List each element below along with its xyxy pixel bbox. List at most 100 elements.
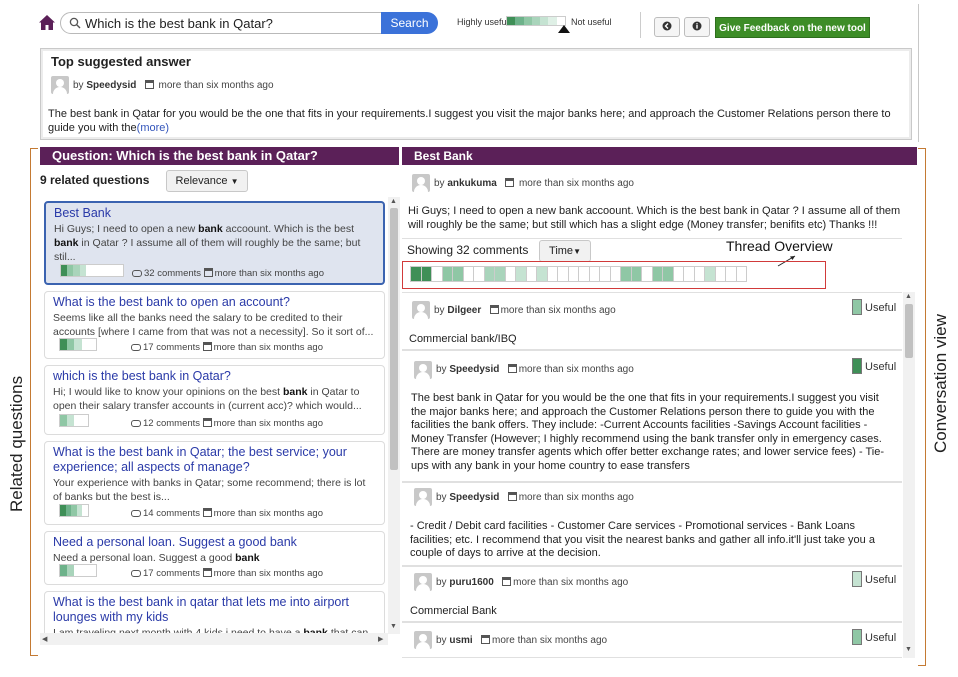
scale-pointer-icon [558, 25, 570, 33]
comments-icon [132, 270, 142, 277]
usefulness-segment [74, 565, 82, 576]
related-question-title[interactable]: What is the best bank in Qatar; the best… [53, 445, 376, 475]
scale-segment [507, 17, 516, 25]
home-icon[interactable] [38, 14, 56, 32]
related-questions-label: Related questions [7, 375, 26, 512]
thread-overview[interactable] [410, 266, 747, 282]
related-question-snippet: Seems like all the banks need the salary… [53, 312, 374, 338]
top-answer-text: The best bank in Qatar for you would be … [48, 107, 898, 135]
search-icon [69, 17, 81, 29]
usefulness-bar [59, 338, 97, 351]
related-question-title[interactable]: Need a personal loan. Suggest a good ban… [53, 535, 376, 550]
by-label: by [434, 178, 445, 189]
calendar-icon [203, 268, 213, 277]
top-answer-body: The best bank in Qatar for you would be … [48, 108, 891, 134]
related-question-item[interactable]: What is the best bank to open an account… [44, 291, 385, 359]
conversation-view-label: Conversation view [931, 314, 950, 453]
calendar-icon [481, 635, 491, 644]
question-text: Hi Guys; I need to open a new bank accoo… [408, 205, 901, 231]
author-link[interactable]: usmi [449, 635, 472, 646]
useful-badge: Useful [852, 629, 896, 645]
scale-segment [548, 17, 557, 25]
comment: by Speedysid more than six months ago - … [402, 482, 902, 566]
time-sort-dropdown[interactable]: Time▼ [539, 240, 591, 262]
usefulness-bar [59, 564, 97, 577]
timestamp: more than six months ago [518, 492, 634, 503]
snippet-highlight: bank [282, 386, 308, 398]
usefulness-segment [88, 339, 97, 350]
question-meta: by ankukuma more than six months ago [434, 178, 634, 189]
timestamp: more than six months ago [213, 342, 323, 353]
conversation-scroll-thumb[interactable] [905, 304, 913, 358]
author-link[interactable]: Speedysid [449, 492, 499, 503]
comment-text: Commercial Bank [410, 605, 497, 617]
useful-badge: Useful [852, 299, 896, 315]
related-question-snippet: Your experience with banks in Qatar; som… [53, 477, 366, 503]
thread-overview-label: Thread Overview [726, 238, 833, 254]
related-question-title[interactable]: Best Bank [54, 206, 375, 221]
timestamp: more than six months ago [213, 508, 323, 519]
related-question-title[interactable]: What is the best bank in qatar that lets… [53, 595, 376, 625]
search-button[interactable]: Search [381, 12, 438, 34]
calendar-icon [202, 508, 212, 517]
scroll-down-icon[interactable]: ▼ [390, 623, 397, 630]
usefulness-segment [81, 415, 88, 426]
more-link[interactable]: (more) [137, 122, 169, 134]
author-link[interactable]: Speedysid [86, 80, 136, 91]
usefulness-segment [67, 565, 75, 576]
author-link[interactable]: ankukuma [447, 178, 496, 189]
related-question-title[interactable]: which is the best bank in Qatar? [53, 369, 376, 384]
related-list-hscrollbar[interactable] [40, 633, 388, 645]
comments-icon [131, 510, 141, 517]
related-question-item[interactable]: Best Bank Hi Guys; I need to open a new … [44, 201, 385, 285]
caret-down-icon: ▼ [230, 177, 239, 186]
related-question-item[interactable]: What is the best bank in Qatar; the best… [44, 441, 385, 525]
comments-icon [131, 570, 141, 577]
comment: by Dilgeer more than six months ago Usef… [402, 292, 902, 350]
avatar [414, 361, 432, 379]
related-question-item[interactable]: which is the best bank in Qatar? Hi; I w… [44, 365, 385, 435]
comment-meta: by usmi more than six months ago [436, 635, 608, 646]
relevance-dropdown[interactable]: Relevance ▼ [166, 170, 248, 192]
author-link[interactable]: puru1600 [449, 577, 493, 588]
top-answer-heading: Top suggested answer [51, 54, 191, 69]
scroll-right-icon[interactable]: ▶ [378, 635, 383, 643]
comment-text: - Credit / Debit card facilities - Custo… [410, 520, 875, 559]
conversation-view-bracket [918, 148, 926, 666]
scroll-up-icon[interactable]: ▲ [905, 293, 912, 300]
thread-cell[interactable] [735, 266, 747, 282]
scale-segment [556, 17, 565, 25]
useful-label: Useful [865, 302, 897, 314]
comment-count: 14 comments [143, 508, 201, 519]
related-question-meta: 12 comments more than six months ago [131, 418, 323, 429]
scale-segment [523, 17, 532, 25]
usefulness-segment [67, 339, 75, 350]
related-question-title[interactable]: What is the best bank to open an account… [53, 295, 376, 310]
related-question-meta: 14 comments more than six months ago [131, 508, 323, 519]
related-question-meta: 17 comments more than six months ago [131, 342, 323, 353]
usefulness-scale [506, 16, 566, 26]
calendar-icon [202, 418, 212, 427]
related-list-scroll-thumb[interactable] [390, 208, 398, 470]
related-question-item[interactable]: Need a personal loan. Suggest a good ban… [44, 531, 385, 585]
scroll-left-icon[interactable]: ◀ [42, 635, 47, 643]
usefulness-segment [74, 339, 82, 350]
useful-indicator [852, 358, 862, 374]
usefulness-segment [116, 265, 124, 276]
related-questions-list: Best Bank Hi Guys; I need to open a new … [40, 197, 400, 643]
calendar-icon [507, 364, 517, 373]
back-button[interactable] [654, 17, 680, 37]
timestamp: more than six months ago [213, 418, 323, 429]
useful-badge: Useful [852, 358, 896, 374]
top-suggested-answer: Top suggested answer by Speedysid more t… [40, 48, 912, 140]
author-link[interactable]: Dilgeer [447, 305, 481, 316]
scroll-up-icon[interactable]: ▲ [390, 198, 397, 205]
useful-indicator [852, 299, 862, 315]
scroll-down-icon[interactable]: ▼ [905, 646, 912, 653]
search-input[interactable]: Which is the best bank in Qatar? [60, 12, 382, 34]
info-button[interactable] [684, 17, 710, 37]
time-sort-label: Time [549, 245, 574, 257]
give-feedback-button[interactable]: Give Feedback on the new tool [715, 17, 870, 38]
calendar-icon [502, 577, 512, 586]
author-link[interactable]: Speedysid [449, 364, 499, 375]
